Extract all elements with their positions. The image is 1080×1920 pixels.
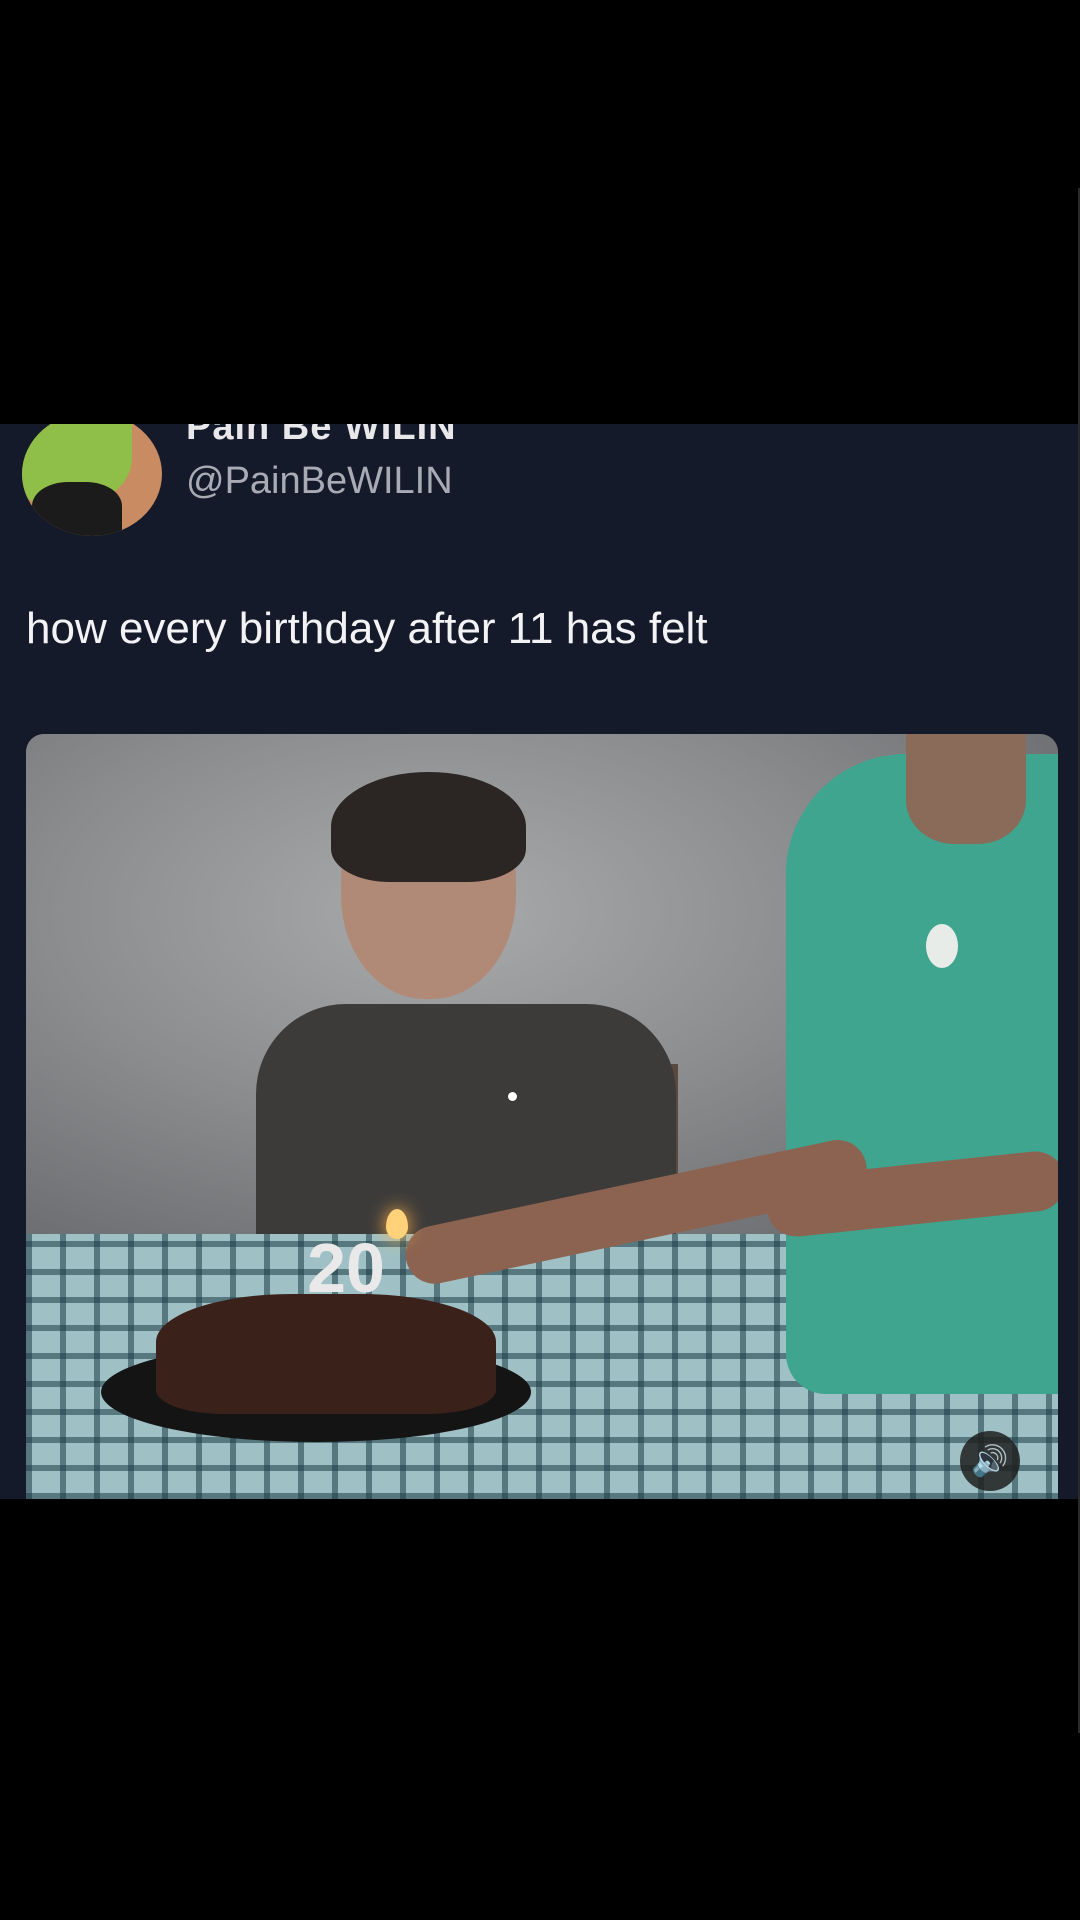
number-candles: 20 bbox=[307, 1229, 385, 1307]
center-dot bbox=[508, 1092, 517, 1101]
woman-neck bbox=[906, 734, 1026, 844]
avatar-shadow bbox=[32, 482, 122, 536]
volume-button[interactable]: 🔊 bbox=[960, 1431, 1020, 1491]
letterbox-bar bbox=[0, 188, 1080, 424]
tweet-card: Pain Be WILIN @PainBeWILIN how every bir… bbox=[0, 424, 1080, 1499]
birthday-cake bbox=[156, 1294, 496, 1414]
avatar[interactable] bbox=[22, 424, 162, 536]
bottom-black-bar bbox=[0, 1499, 1080, 1920]
user-handle[interactable]: @PainBeWILIN bbox=[186, 460, 453, 503]
display-name[interactable]: Pain Be WILIN bbox=[186, 424, 457, 449]
pendant bbox=[926, 924, 958, 968]
tweet-text: how every birthday after 11 has felt bbox=[26, 604, 708, 653]
boy-hair bbox=[331, 772, 526, 882]
volume-icon: 🔊 bbox=[971, 1444, 1009, 1478]
woman-body bbox=[786, 754, 1058, 1394]
video-media[interactable]: 20 bbox=[26, 734, 1058, 1499]
top-black-bar bbox=[0, 0, 1080, 188]
